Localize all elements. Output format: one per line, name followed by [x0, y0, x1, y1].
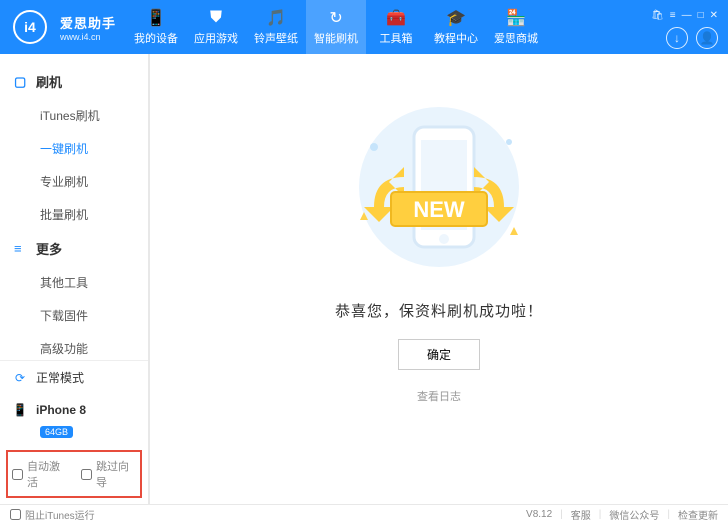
view-log-link[interactable]: 查看日志	[417, 388, 461, 404]
block-itunes-check[interactable]	[10, 509, 21, 520]
storage-badge: 64GB	[40, 426, 73, 438]
tutorial-icon: 🎓	[446, 9, 466, 27]
success-message: 恭喜您，保资料刷机成功啦！	[335, 300, 543, 321]
sidebar-item-other[interactable]: 其他工具	[0, 266, 148, 299]
download-button[interactable]: ↓	[666, 27, 688, 49]
sidebar-item-oneclick[interactable]: 一键刷机	[0, 132, 148, 165]
logo-icon: i4	[13, 10, 47, 44]
footer-right: V8.12 | 客服 | 微信公众号 | 检查更新	[526, 507, 718, 522]
main-panel: NEW 恭喜您，保资料刷机成功啦！ 确定 查看日志	[150, 54, 728, 504]
banner-text: NEW	[413, 197, 465, 222]
status-bar: 阻止iTunes运行 V8.12 | 客服 | 微信公众号 | 检查更新	[0, 504, 728, 524]
phone-icon: ▢	[14, 74, 28, 90]
shop-icon[interactable]: 🛍	[651, 10, 664, 21]
footer-left: 阻止iTunes运行	[10, 507, 95, 522]
tab-store[interactable]: 🏪爱思商城	[486, 0, 546, 54]
more-icon: ≡	[14, 241, 28, 256]
sidebar-bottom: ⟳ 正常模式 📱 iPhone 8 64GB 自动激活 跳过向导	[0, 360, 148, 504]
version-label: V8.12	[526, 509, 552, 520]
app-header: i4 爱思助手 www.i4.cn 📱我的设备 ⛊应用游戏 🎵铃声壁纸 ↻智能刷…	[0, 0, 728, 54]
sidebar-item-advanced[interactable]: 高级功能	[0, 332, 148, 360]
tab-tutorial[interactable]: 🎓教程中心	[426, 0, 486, 54]
store-icon: 🏪	[506, 9, 526, 27]
device-row[interactable]: 📱 iPhone 8	[0, 394, 148, 426]
sidebar-item-pro[interactable]: 专业刷机	[0, 165, 148, 198]
window-controls: 🛍 ≡ — □ ✕	[651, 6, 718, 21]
refresh-icon: ⟳	[12, 370, 28, 386]
apps-icon: ⛊	[206, 9, 226, 27]
maximize-icon[interactable]: □	[698, 10, 704, 21]
mode-row[interactable]: ⟳ 正常模式	[0, 361, 148, 394]
mode-label: 正常模式	[36, 369, 84, 386]
success-illustration: NEW	[319, 92, 559, 282]
tab-device[interactable]: 📱我的设备	[126, 0, 186, 54]
ringtone-icon: 🎵	[266, 9, 286, 27]
flash-icon: ↻	[326, 9, 346, 27]
app-logo: i4	[0, 10, 60, 44]
section-flash: ▢ 刷机	[0, 64, 148, 99]
checkbox-group: 自动激活 跳过向导	[6, 450, 142, 498]
tools-icon: 🧰	[386, 9, 406, 27]
device-icon: 📱	[146, 9, 166, 27]
sidebar-item-itunes[interactable]: iTunes刷机	[0, 99, 148, 132]
ok-button[interactable]: 确定	[398, 339, 480, 370]
tab-ringtone[interactable]: 🎵铃声壁纸	[246, 0, 306, 54]
tab-flash[interactable]: ↻智能刷机	[306, 0, 366, 54]
device-badge-row: 64GB	[0, 426, 148, 446]
service-link[interactable]: 客服	[571, 507, 591, 522]
tab-apps[interactable]: ⛊应用游戏	[186, 0, 246, 54]
check-skip-guide[interactable]: 跳过向导	[81, 458, 136, 490]
tab-tools[interactable]: 🧰工具箱	[366, 0, 426, 54]
minimize-icon[interactable]: —	[682, 10, 692, 21]
app-name: 爱思助手	[60, 13, 116, 32]
sidebar-item-batch[interactable]: 批量刷机	[0, 198, 148, 231]
sidebar-scroll: ▢ 刷机 iTunes刷机 一键刷机 专业刷机 批量刷机 ≡ 更多 其他工具 下…	[0, 54, 148, 360]
close-icon[interactable]: ✕	[710, 10, 718, 21]
sidebar-item-download[interactable]: 下载固件	[0, 299, 148, 332]
wechat-link[interactable]: 微信公众号	[609, 507, 659, 522]
logo-text: 爱思助手 www.i4.cn	[60, 13, 126, 42]
block-itunes-label: 阻止iTunes运行	[25, 507, 95, 522]
section-more: ≡ 更多	[0, 231, 148, 266]
app-body: ▢ 刷机 iTunes刷机 一键刷机 专业刷机 批量刷机 ≡ 更多 其他工具 下…	[0, 54, 728, 504]
header-right: 🛍 ≡ — □ ✕ ↓ 👤	[641, 6, 728, 49]
update-link[interactable]: 检查更新	[678, 507, 718, 522]
user-button[interactable]: 👤	[696, 27, 718, 49]
check-auto-activate[interactable]: 自动激活	[12, 458, 67, 490]
device-name: iPhone 8	[36, 403, 86, 417]
main-tabs: 📱我的设备 ⛊应用游戏 🎵铃声壁纸 ↻智能刷机 🧰工具箱 🎓教程中心 🏪爱思商城	[126, 0, 641, 54]
app-url: www.i4.cn	[60, 32, 116, 42]
sidebar: ▢ 刷机 iTunes刷机 一键刷机 专业刷机 批量刷机 ≡ 更多 其他工具 下…	[0, 54, 150, 504]
device-small-icon: 📱	[12, 402, 28, 418]
menu-icon[interactable]: ≡	[670, 10, 676, 21]
